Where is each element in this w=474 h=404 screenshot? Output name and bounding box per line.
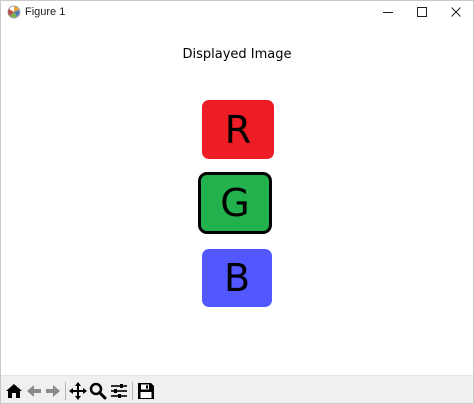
forward-arrow-icon xyxy=(46,385,60,397)
minimize-button[interactable] xyxy=(371,1,405,23)
close-button[interactable] xyxy=(439,1,473,23)
zoom-button[interactable] xyxy=(88,381,108,401)
matplotlib-app-icon xyxy=(7,5,21,19)
plot-title: Displayed Image xyxy=(182,47,292,62)
pan-button[interactable] xyxy=(68,381,88,401)
subplots-sliders-icon xyxy=(111,384,127,398)
minimize-icon xyxy=(383,12,393,13)
green-swatch-selected[interactable]: G xyxy=(198,172,272,234)
save-floppy-icon xyxy=(138,383,154,399)
title-bar: Figure 1 xyxy=(1,1,473,23)
home-icon xyxy=(6,384,22,398)
toolbar-separator xyxy=(65,382,66,400)
toolbar-separator xyxy=(132,382,133,400)
back-button[interactable] xyxy=(24,381,44,401)
close-icon xyxy=(451,7,461,17)
back-arrow-icon xyxy=(27,385,41,397)
pan-move-icon xyxy=(69,382,87,400)
figure-canvas[interactable]: Displayed Image R G B xyxy=(1,23,473,375)
figure-window: Figure 1 Displayed Image R G B xyxy=(0,0,474,404)
window-title: Figure 1 xyxy=(25,6,66,18)
forward-button[interactable] xyxy=(43,381,63,401)
zoom-magnifier-icon xyxy=(89,382,107,400)
blue-swatch[interactable]: B xyxy=(202,249,272,307)
save-button[interactable] xyxy=(136,381,156,401)
maximize-button[interactable] xyxy=(405,1,439,23)
maximize-icon xyxy=(417,7,427,17)
home-button[interactable] xyxy=(4,381,24,401)
red-swatch[interactable]: R xyxy=(202,100,274,159)
navigation-toolbar xyxy=(1,375,473,403)
configure-subplots-button[interactable] xyxy=(109,381,129,401)
